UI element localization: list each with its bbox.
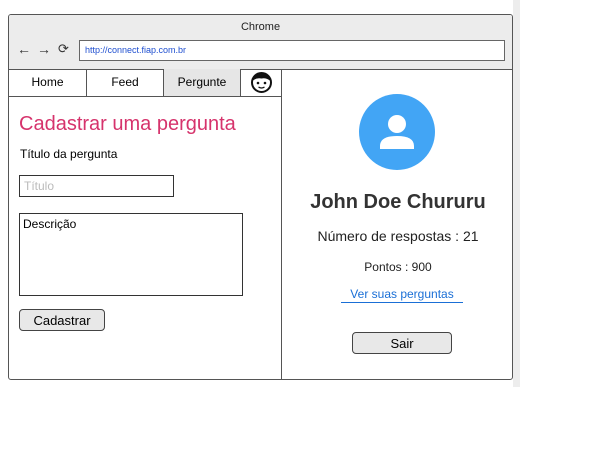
profile-avatar-icon: [359, 94, 435, 170]
tab-feed[interactable]: Feed: [87, 69, 164, 96]
logout-button[interactable]: Sair: [352, 332, 452, 354]
page-edge-stripe: [513, 0, 520, 387]
forward-arrow-icon[interactable]: →: [37, 42, 51, 56]
form-title: Cadastrar uma pergunta: [19, 113, 236, 135]
browser-toolbar: Chrome ← → ⟳ http://connect.fiap.com.br: [9, 15, 512, 70]
points-count: Pontos : 900: [364, 260, 432, 274]
panel-divider: [281, 69, 282, 379]
tab-pergunte[interactable]: Pergunte: [164, 69, 241, 96]
answers-count: Número de respostas : 21: [317, 228, 479, 244]
reload-icon[interactable]: ⟳: [58, 42, 69, 56]
description-textarea[interactable]: [19, 213, 243, 296]
back-arrow-icon[interactable]: ←: [17, 42, 31, 56]
user-name: John Doe Chururu: [310, 191, 486, 213]
main-nav-tabs: Home Feed Pergunte: [9, 69, 282, 97]
question-title-input[interactable]: [19, 175, 174, 197]
browser-window: Chrome ← → ⟳ http://connect.fiap.com.br …: [8, 14, 513, 380]
user-face-icon[interactable]: [241, 69, 282, 96]
my-questions-link[interactable]: Ver suas perguntas: [341, 287, 463, 303]
tab-home[interactable]: Home: [9, 69, 87, 96]
window-title: Chrome: [240, 21, 281, 33]
address-bar[interactable]: http://connect.fiap.com.br: [79, 40, 505, 61]
question-title-label: Título da pergunta: [20, 147, 118, 161]
cadastrar-button[interactable]: Cadastrar: [19, 309, 105, 331]
